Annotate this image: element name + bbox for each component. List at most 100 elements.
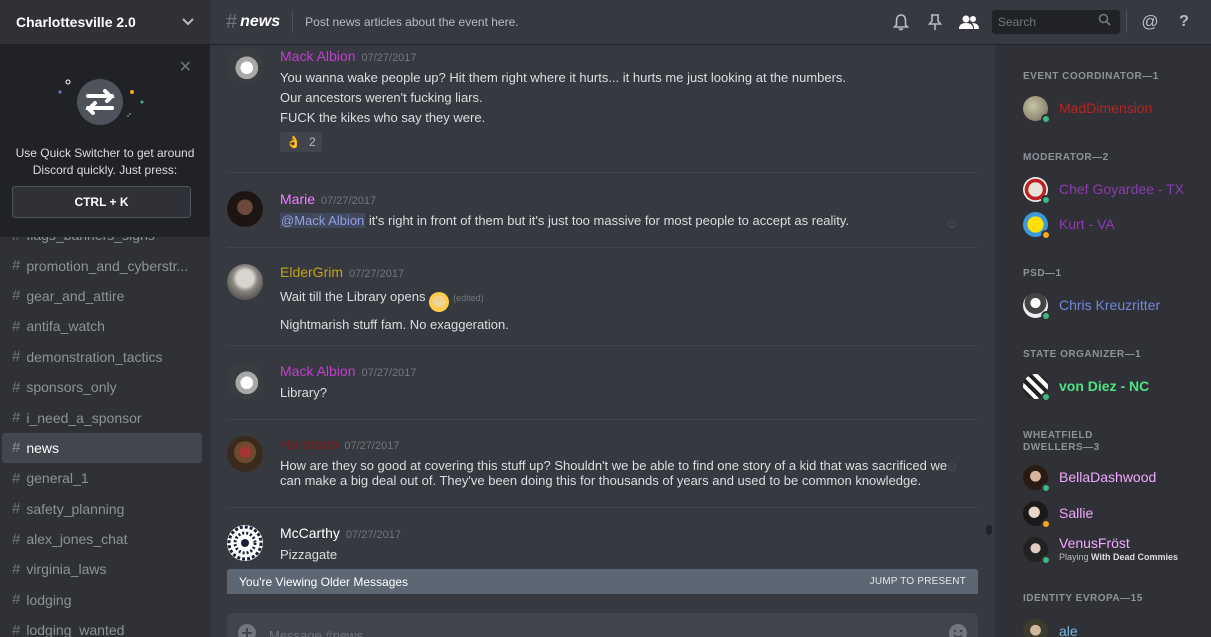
jump-to-present-button[interactable]: JUMP TO PRESENT: [870, 576, 966, 587]
message-timestamp: 07/27/2017: [345, 529, 401, 541]
message-author[interactable]: Mack Albion: [280, 48, 355, 64]
quick-switcher-illustration: [58, 79, 144, 125]
hash-icon: #: [12, 469, 21, 487]
member-item[interactable]: Kurt - VA: [1023, 208, 1203, 240]
member-name: VenusFröst: [1059, 535, 1130, 551]
hash-icon: #: [12, 348, 21, 366]
member-item[interactable]: Sallie: [1023, 497, 1203, 529]
members-icon[interactable]: [952, 10, 986, 34]
member-name: Chris Kreuzritter: [1059, 296, 1161, 313]
channel-item[interactable]: # gear_and_attire: [2, 281, 202, 311]
member-item[interactable]: MadDimension: [1023, 92, 1203, 124]
idle-status-icon: [1041, 229, 1051, 240]
avatar: [1023, 211, 1051, 240]
avatar: [1023, 292, 1051, 321]
channel-sidebar: #flags_banners_signs #promotion_and_cybe…: [0, 0, 210, 637]
message-author[interactable]: McCarthy: [280, 525, 340, 541]
message-scrollbar[interactable]: [986, 95, 992, 635]
user-mention[interactable]: @Mack Albion: [280, 213, 366, 228]
message-author[interactable]: Mack Albion: [280, 363, 355, 379]
member-item[interactable]: ale: [1023, 615, 1203, 637]
message-divider: [227, 247, 977, 248]
member-item[interactable]: BellaDashwood: [1023, 461, 1203, 493]
older-messages-bar: You're Viewing Older Messages JUMP TO PR…: [227, 569, 978, 594]
message-text: Library?: [280, 385, 327, 400]
channel-item-active[interactable]: # news: [2, 432, 202, 464]
member-name: ale: [1059, 622, 1078, 637]
bell-icon[interactable]: [884, 10, 918, 34]
message-text: can make a big deal out of. They've been…: [280, 473, 922, 488]
hash-icon: #: [12, 591, 21, 609]
channel-item[interactable]: # sponsors_only: [2, 372, 202, 402]
member-name: von Diez - NC: [1059, 377, 1150, 394]
avatar[interactable]: [227, 264, 263, 300]
member-group-title: STATE ORGANIZER—1: [1023, 349, 1142, 360]
hash-icon: #: [12, 560, 21, 578]
avatar[interactable]: [227, 48, 263, 84]
member-list: EVENT COORDINATOR—1 MadDimension MODERAT…: [995, 45, 1211, 637]
avatar[interactable]: [227, 436, 263, 472]
message-author[interactable]: Hardrada: [280, 436, 338, 452]
channel-item[interactable]: # demonstration_tactics: [2, 342, 202, 372]
message-author[interactable]: Marie: [280, 191, 315, 207]
message-timestamp: 07/27/2017: [344, 440, 400, 452]
avatar: [1023, 176, 1051, 205]
member-item[interactable]: von Diez - NC: [1023, 370, 1203, 402]
close-icon[interactable]: ✕: [179, 57, 192, 77]
search-input[interactable]: [998, 15, 1098, 29]
member-item[interactable]: VenusFröst Playing With Dead Commies: [1023, 533, 1203, 565]
hash-icon: #: [12, 317, 21, 335]
help-icon[interactable]: ?: [1167, 10, 1201, 34]
message-text: Wait till the Library opens 😂 (edited): [280, 287, 970, 312]
avatar[interactable]: [227, 525, 263, 561]
message-input[interactable]: [269, 627, 948, 637]
member-item[interactable]: Chef Goyardee - TX: [1023, 173, 1203, 205]
emoji-picker-icon[interactable]: [948, 623, 968, 637]
message-text: Our ancestors weren't fucking liars.: [280, 90, 483, 105]
member-group-title: EVENT COORDINATOR—1: [1023, 71, 1159, 82]
message-composer: [227, 613, 978, 637]
pin-icon[interactable]: [918, 10, 952, 34]
avatar: [1023, 373, 1051, 402]
channel-item[interactable]: # i_need_a_sponsor: [2, 402, 202, 432]
channel-item[interactable]: # lodging_wanted: [2, 615, 202, 637]
server-header[interactable]: Charlottesville 2.0: [0, 0, 210, 45]
hash-icon: #: [12, 257, 21, 275]
hash-icon: #: [226, 10, 238, 33]
channel-item[interactable]: # antifa_watch: [2, 311, 202, 341]
online-status-icon: [1041, 194, 1051, 205]
reaction-button[interactable]: 👌 2: [280, 132, 322, 152]
avatar: [1023, 95, 1051, 124]
member-group-title: MODERATOR—2: [1023, 152, 1109, 163]
message-text: @Mack Albion it's right in front of them…: [280, 213, 850, 228]
channel-item[interactable]: # safety_planning: [2, 494, 202, 524]
chevron-down-icon[interactable]: [182, 15, 194, 29]
channel-item[interactable]: # lodging: [2, 585, 202, 615]
channel-item[interactable]: # alex_jones_chat: [2, 524, 202, 554]
channel-item[interactable]: # general_1: [2, 463, 202, 493]
add-reaction-icon[interactable]: ☺: [945, 458, 959, 474]
online-status-icon: [1041, 554, 1051, 565]
member-name: BellaDashwood: [1059, 468, 1157, 485]
message-author[interactable]: ElderGrim: [280, 264, 343, 280]
channel-item[interactable]: # virginia_laws: [2, 554, 202, 584]
quick-switcher-text: Use Quick Switcher to get around Discord…: [15, 146, 195, 177]
message-text: How are they so good at covering this st…: [280, 458, 948, 473]
avatar[interactable]: [227, 363, 263, 399]
add-reaction-icon[interactable]: ☺: [945, 215, 959, 231]
hash-icon: #: [12, 378, 21, 396]
member-name: MadDimension: [1059, 99, 1153, 116]
message-text: Pizzagate: [280, 547, 338, 562]
message-divider: [227, 345, 977, 346]
online-status-icon: [1041, 310, 1051, 321]
member-item[interactable]: Chris Kreuzritter: [1023, 289, 1203, 321]
avatar[interactable]: [227, 191, 263, 227]
message-text: FUCK the kikes who say they were.: [280, 110, 486, 125]
member-activity: Playing With Dead Commies: [1059, 552, 1178, 562]
message-timestamp: 07/27/2017: [349, 268, 405, 280]
channel-item[interactable]: # promotion_and_cyberstr...: [2, 250, 202, 280]
mention-icon[interactable]: @: [1133, 10, 1167, 34]
scrollbar-thumb[interactable]: [986, 525, 992, 535]
search-box[interactable]: [992, 10, 1120, 34]
upload-icon[interactable]: [237, 623, 257, 637]
